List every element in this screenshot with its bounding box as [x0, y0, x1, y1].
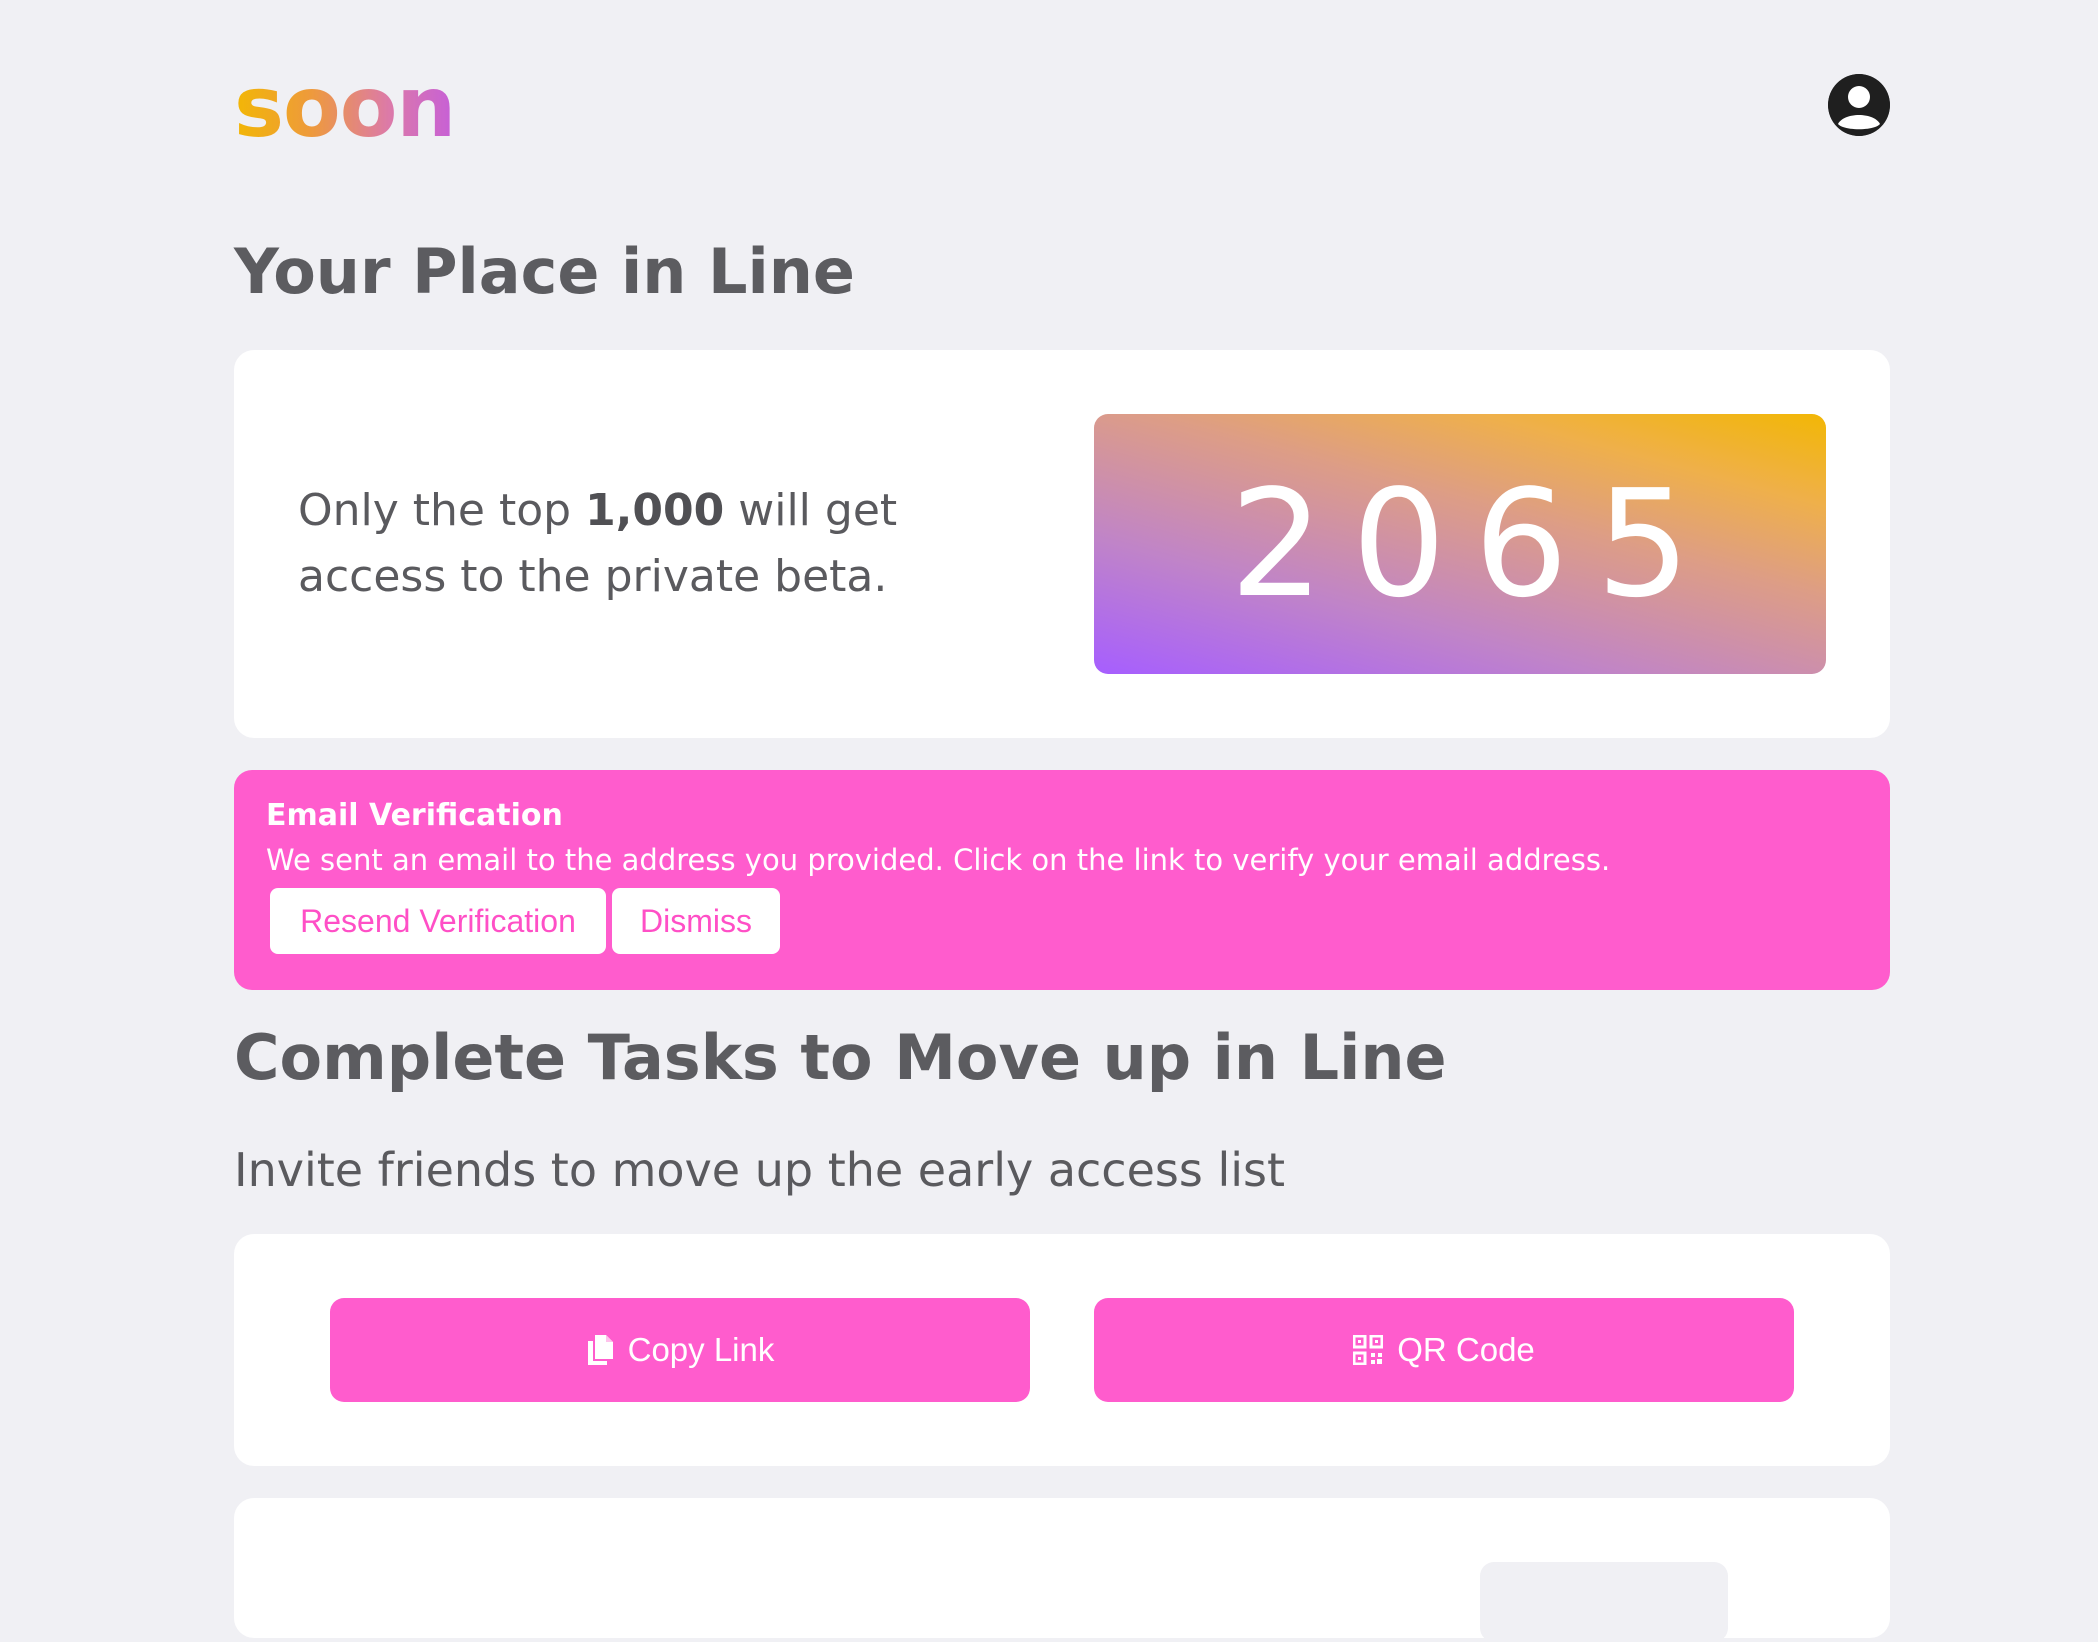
qr-code-icon — [1353, 1335, 1384, 1365]
email-verification-alert: Email Verification We sent an email to t… — [234, 770, 1890, 990]
user-circle-icon — [1828, 74, 1890, 136]
tasks-subtitle: Invite friends to move up the early acce… — [234, 1143, 1286, 1197]
place-card: Only the top 1,000 will get access to th… — [234, 350, 1890, 738]
qr-code-label: QR Code — [1397, 1331, 1535, 1368]
dismiss-button[interactable]: Dismiss — [612, 888, 780, 954]
place-text-prefix: Only the top — [298, 485, 586, 536]
alert-title: Email Verification — [266, 798, 563, 833]
alert-message: We sent an email to the address you prov… — [266, 843, 1611, 877]
rank-number: 2065 — [1229, 458, 1719, 630]
copy-icon — [586, 1334, 614, 1366]
resend-verification-button[interactable]: Resend Verification — [270, 888, 606, 954]
rank-box: 2065 — [1094, 414, 1826, 674]
next-task-card — [234, 1498, 1890, 1642]
next-task-placeholder — [1480, 1562, 1728, 1642]
qr-code-button[interactable]: QR Code — [1094, 1298, 1794, 1402]
page: soon Your Place in Line Only the top 1,0… — [234, 0, 1890, 1642]
logo[interactable]: soon — [234, 62, 456, 152]
copy-link-button[interactable]: Copy Link — [330, 1298, 1030, 1402]
user-avatar-button[interactable] — [1828, 74, 1890, 136]
place-text-highlight: 1,000 — [585, 485, 725, 536]
place-title: Your Place in Line — [234, 235, 855, 308]
share-card: Copy Link QR Code — [234, 1234, 1890, 1466]
tasks-title: Complete Tasks to Move up in Line — [234, 1021, 1447, 1094]
place-description: Only the top 1,000 will get access to th… — [298, 478, 998, 610]
copy-link-label: Copy Link — [627, 1331, 775, 1368]
